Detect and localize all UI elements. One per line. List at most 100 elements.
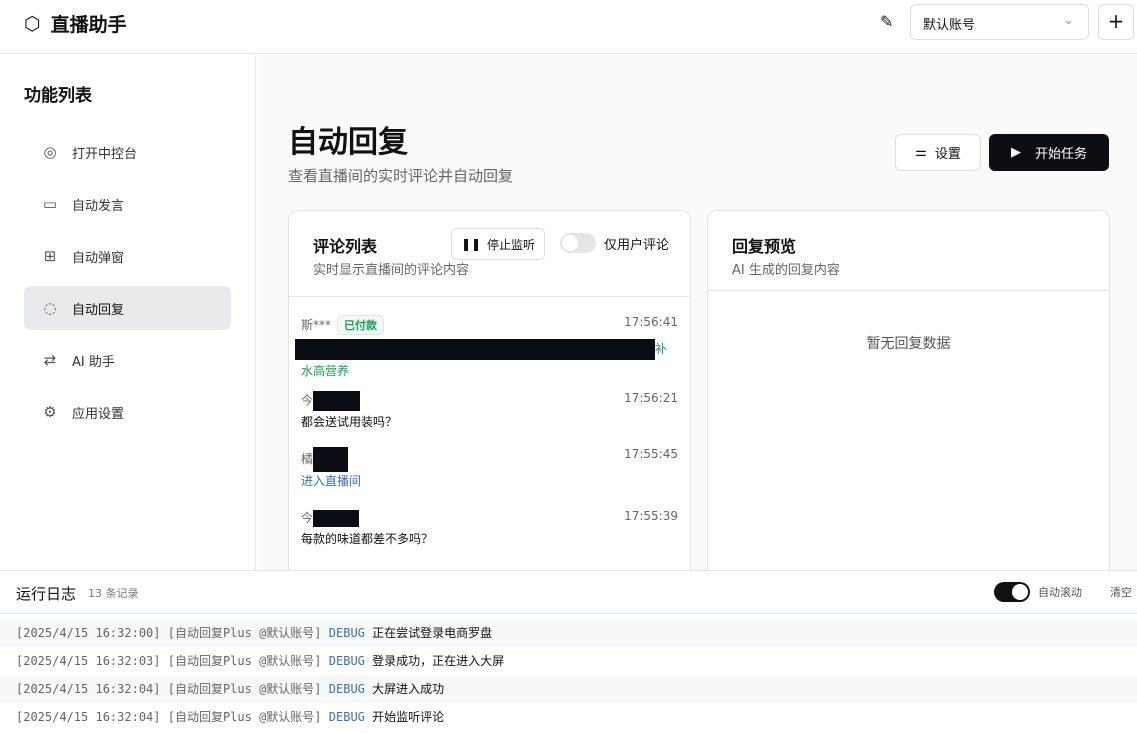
redacted-block xyxy=(313,391,361,411)
main-content: 自动回复 查看直播间的实时评论并自动回复 ⚌ 设置 ▶ 开始任务 评论列表 实时显示… xyxy=(257,55,1137,580)
play-icon: ▶ xyxy=(1010,145,1021,160)
comment-item: 今 17:56:21 都会送试用装吗？ xyxy=(301,391,678,430)
sidebar-item-ai-assistant[interactable]: ⇄ AI 助手 xyxy=(24,338,231,382)
divider xyxy=(289,296,690,297)
reply-preview-card: 回复预览 AI 生成的回复内容 暂无回复数据 xyxy=(707,210,1110,580)
divider xyxy=(708,290,1109,291)
nav-label: 自动回复 xyxy=(72,302,125,318)
clear-log-button[interactable]: 清空 xyxy=(1110,584,1132,600)
comment-text: 进入直播间 xyxy=(301,474,362,488)
sidebar-heading: 功能列表 xyxy=(24,86,92,106)
log-timestamp: [2025/4/15 16:32:03] xyxy=(16,654,161,668)
log-row: [2025/4/15 16:32:00] [自动回复Plus @默认账号] DE… xyxy=(0,619,1137,647)
app-logo: ⬡ 直播助手 xyxy=(24,10,127,37)
sidebar-item-settings[interactable]: ⚙ 应用设置 xyxy=(24,390,231,434)
comment-time: 17:55:45 xyxy=(624,447,678,461)
comment-list-card: 评论列表 实时显示直播间的评论内容 ❚❚ 停止监听 仅用户评论 斯*** 已付款 1… xyxy=(288,210,691,580)
comment-time: 17:56:41 xyxy=(624,315,678,329)
nav-label: AI 助手 xyxy=(72,354,115,370)
sidebar-item-auto-message[interactable]: ▭ 自动发言 xyxy=(24,182,231,226)
comment-list-subtitle: 实时显示直播间的评论内容 xyxy=(313,263,470,278)
comment-text: 都会送试用装吗？ xyxy=(301,415,398,429)
log-timestamp: [2025/4/15 16:32:04] xyxy=(16,710,161,724)
sidebar: 功能列表 ◎ 打开中控台 ▭ 自动发言 ⊞ 自动弹窗 ◌ 自动回复 ⇄ AI 助手 ⚙ 应用… xyxy=(0,55,256,570)
globe-icon: ◎ xyxy=(43,143,57,161)
reply-icon: ◌ xyxy=(43,299,57,317)
nav-label: 打开中控台 xyxy=(72,146,138,162)
auto-scroll-toggle[interactable] xyxy=(994,582,1030,602)
sidebar-item-auto-reply[interactable]: ◌ 自动回复 xyxy=(24,286,231,330)
comment-text: 水高营养 xyxy=(301,364,350,378)
page-subtitle: 查看直播间的实时评论并自动回复 xyxy=(288,167,514,185)
pause-icon: ❚❚ xyxy=(460,237,482,251)
sliders-icon: ⚌ xyxy=(915,145,927,160)
page-title: 自动回复 xyxy=(288,125,408,160)
redacted-block xyxy=(313,510,360,527)
user-comments-only-toggle[interactable] xyxy=(560,233,596,253)
log-source: [自动回复Plus @默认账号] xyxy=(167,682,322,696)
toggle-label: 仅用户评论 xyxy=(604,238,670,253)
account-select[interactable]: 默认账号 ⌄ xyxy=(910,4,1089,40)
stop-listening-button[interactable]: ❚❚ 停止监听 xyxy=(451,228,545,260)
comment-item: 斯*** 已付款 17:56:41 补 水高营养 xyxy=(295,315,678,379)
redacted-block xyxy=(295,339,655,360)
comment-user: 今 xyxy=(301,511,314,525)
log-count: 13 条记录 xyxy=(88,587,139,600)
comment-item: 橘 17:55:45 进入直播间 xyxy=(301,447,678,489)
sidebar-item-console[interactable]: ◎ 打开中控台 xyxy=(24,130,231,174)
gear-icon: ⚙ xyxy=(43,403,57,421)
nav-label: 应用设置 xyxy=(72,406,125,422)
log-row: [2025/4/15 16:32:04] [自动回复Plus @默认账号] DE… xyxy=(0,675,1137,703)
stop-label: 停止监听 xyxy=(487,237,536,252)
log-level: DEBUG xyxy=(328,654,365,668)
log-timestamp: [2025/4/15 16:32:00] xyxy=(16,626,161,640)
start-label: 开始任务 xyxy=(1034,147,1087,162)
paid-badge: 已付款 xyxy=(337,315,385,335)
log-level: DEBUG xyxy=(328,682,365,696)
settings-button[interactable]: ⚌ 设置 xyxy=(895,134,981,171)
sidebar-item-auto-popup[interactable]: ⊞ 自动弹窗 xyxy=(24,234,231,278)
comment-time: 17:56:21 xyxy=(624,391,678,405)
nav-label: 自动发言 xyxy=(72,198,125,214)
log-message: 开始监听评论 xyxy=(372,710,445,724)
comment-item: 今 17:55:39 每款的味道都差不多吗？ xyxy=(301,509,678,547)
chevron-down-icon: ⌄ xyxy=(1063,13,1074,28)
puzzle-icon: ⊞ xyxy=(43,247,57,265)
start-task-button[interactable]: ▶ 开始任务 xyxy=(989,134,1109,171)
log-message: 登录成功，正在进入大屏 xyxy=(372,654,505,668)
log-source: [自动回复Plus @默认账号] xyxy=(167,626,322,640)
log-row: [2025/4/15 16:32:04] [自动回复Plus @默认账号] DE… xyxy=(0,703,1137,731)
log-source: [自动回复Plus @默认账号] xyxy=(167,710,322,724)
edit-icon[interactable]: ✎ xyxy=(880,12,893,31)
log-title: 运行日志 xyxy=(16,585,77,603)
log-panel: 运行日志 13 条记录 自动滚动 清空 [2025/4/15 16:32:00]… xyxy=(0,570,1137,733)
comment-user: 橘 xyxy=(301,452,314,466)
reply-preview-subtitle: AI 生成的回复内容 xyxy=(732,263,840,278)
top-bar: ⬡ 直播助手 ✎ 默认账号 ⌄ + xyxy=(0,0,1137,54)
reply-preview-title: 回复预览 xyxy=(732,237,797,256)
settings-label: 设置 xyxy=(934,147,961,162)
log-level: DEBUG xyxy=(328,710,365,724)
log-source: [自动回复Plus @默认账号] xyxy=(167,654,322,668)
redacted-block xyxy=(313,447,349,472)
comment-user: 斯*** xyxy=(301,318,332,332)
auto-scroll-label: 自动滚动 xyxy=(1038,586,1082,599)
message-icon: ▭ xyxy=(42,195,58,213)
log-row: [2025/4/15 16:32:03] [自动回复Plus @默认账号] DE… xyxy=(0,647,1137,675)
comment-text-tail: 补 xyxy=(655,342,668,356)
ai-icon: ⇄ xyxy=(43,351,57,369)
app-title: 直播助手 xyxy=(50,14,127,36)
comment-user: 今 xyxy=(301,393,314,408)
comment-time: 17:55:39 xyxy=(624,509,678,523)
log-level: DEBUG xyxy=(328,626,365,640)
comment-text: 每款的味道都差不多吗？ xyxy=(301,532,434,546)
divider xyxy=(0,613,1137,614)
add-account-button[interactable]: + xyxy=(1098,4,1134,40)
account-value: 默认账号 xyxy=(923,18,976,33)
log-message: 正在尝试登录电商罗盘 xyxy=(372,626,493,640)
log-message: 大屏进入成功 xyxy=(372,682,445,696)
empty-state: 暂无回复数据 xyxy=(866,336,951,352)
comment-list-title: 评论列表 xyxy=(313,237,378,256)
log-timestamp: [2025/4/15 16:32:04] xyxy=(16,682,161,696)
nav-label: 自动弹窗 xyxy=(72,250,125,266)
